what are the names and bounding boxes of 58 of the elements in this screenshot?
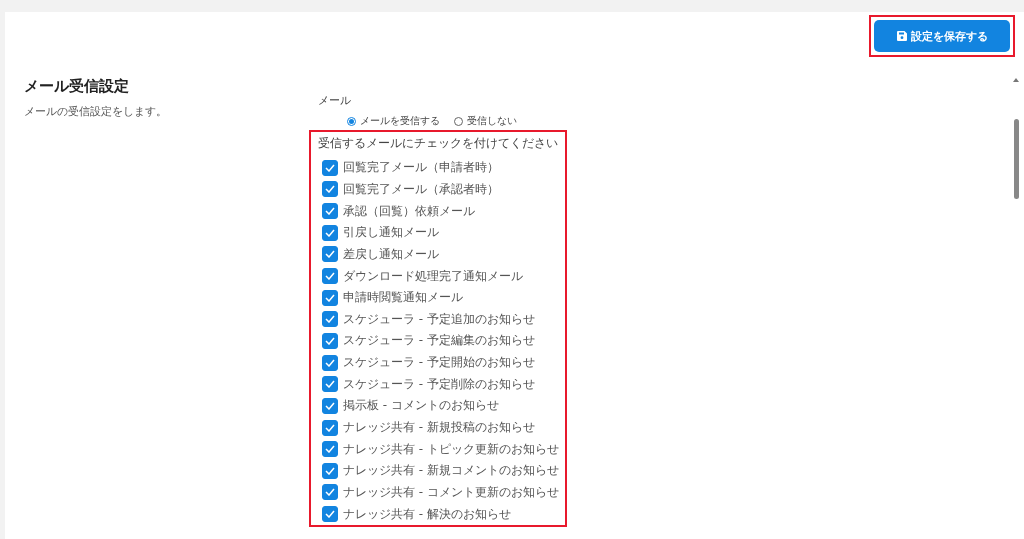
checkbox-option[interactable]: スケジューラ - 予定開始のお知らせ <box>318 351 565 374</box>
checkbox[interactable] <box>322 441 338 458</box>
checkmark-icon <box>325 380 335 389</box>
checkbox[interactable] <box>322 289 338 306</box>
checkbox-option[interactable]: 回覧完了メール（申請者時） <box>318 157 565 179</box>
checkmark-icon <box>325 445 335 454</box>
checkbox[interactable] <box>322 376 338 393</box>
checkbox-option[interactable]: 申請時閲覧通知メール <box>318 286 565 309</box>
checkbox-option[interactable]: 掲示板 - コメントのお知らせ <box>318 395 565 417</box>
checkmark-icon <box>325 250 335 259</box>
checkbox[interactable] <box>322 224 338 241</box>
save-button[interactable]: 設定を保存する <box>874 20 1010 52</box>
checkbox-option[interactable]: ナレッジ共有 - 新規コメントのお知らせ <box>318 459 565 482</box>
checkbox[interactable] <box>322 268 338 284</box>
checkbox[interactable] <box>322 354 338 371</box>
checkbox[interactable] <box>322 203 338 220</box>
checkmark-icon <box>325 207 335 216</box>
checkbox[interactable] <box>322 332 338 349</box>
checkbox[interactable] <box>322 506 338 523</box>
field-label: メール <box>318 93 352 108</box>
checkmark-icon <box>325 466 335 475</box>
checkbox-option[interactable]: ナレッジ共有 - 新規投稿のお知らせ <box>318 416 565 439</box>
checkmark-icon <box>325 336 335 345</box>
checkbox-option[interactable]: スケジューラ - 予定編集のお知らせ <box>318 330 565 352</box>
section-title: メール受信設定 <box>24 77 130 96</box>
radio-option[interactable]: メールを受信する <box>347 114 440 128</box>
checkmark-icon <box>325 315 335 324</box>
checkmark-icon <box>325 272 335 280</box>
checkmark-icon <box>325 358 335 367</box>
checkbox[interactable] <box>322 159 338 176</box>
checkmark-icon <box>325 228 335 237</box>
checkmark-icon <box>325 423 335 432</box>
checkbox[interactable] <box>322 462 338 479</box>
checkmark-icon <box>325 510 335 519</box>
checkbox-option[interactable]: ナレッジ共有 - トピック更新のお知らせ <box>318 438 565 460</box>
checkbox-option[interactable]: ナレッジ共有 - 解決のお知らせ <box>318 503 565 525</box>
instruction-text: 受信するメールにチェックを付けてください <box>318 135 559 152</box>
checkmark-icon <box>325 163 335 172</box>
checkbox-option[interactable]: 承認（回覧）依頼メール <box>318 200 565 222</box>
checkbox-option[interactable]: 回覧完了メール（承認者時） <box>318 178 565 201</box>
checkbox[interactable] <box>322 246 338 263</box>
checkmark-icon <box>325 185 335 194</box>
checkbox[interactable] <box>322 419 338 436</box>
checkbox-option[interactable]: 差戻し通知メール <box>318 243 565 266</box>
radio-option[interactable]: 受信しない <box>454 114 517 128</box>
checkmark-icon <box>325 488 335 497</box>
checkbox-option[interactable]: スケジューラ - 予定削除のお知らせ <box>318 373 565 396</box>
checkbox[interactable] <box>322 181 338 198</box>
checkmark-icon <box>325 293 335 302</box>
checkbox-option[interactable]: スケジューラ - 予定追加のお知らせ <box>318 308 565 331</box>
checkbox-option[interactable]: ナレッジ共有 - コメント更新のお知らせ <box>318 481 565 504</box>
section-description: メールの受信設定をします。 <box>24 104 168 119</box>
checkbox[interactable] <box>322 311 338 328</box>
checkbox[interactable] <box>322 484 338 501</box>
checkbox-option[interactable]: ダウンロード処理完了通知メール <box>318 265 565 287</box>
checkbox[interactable] <box>322 397 338 414</box>
checkmark-icon <box>325 401 335 410</box>
checkbox-option[interactable]: 引戻し通知メール <box>318 221 565 244</box>
